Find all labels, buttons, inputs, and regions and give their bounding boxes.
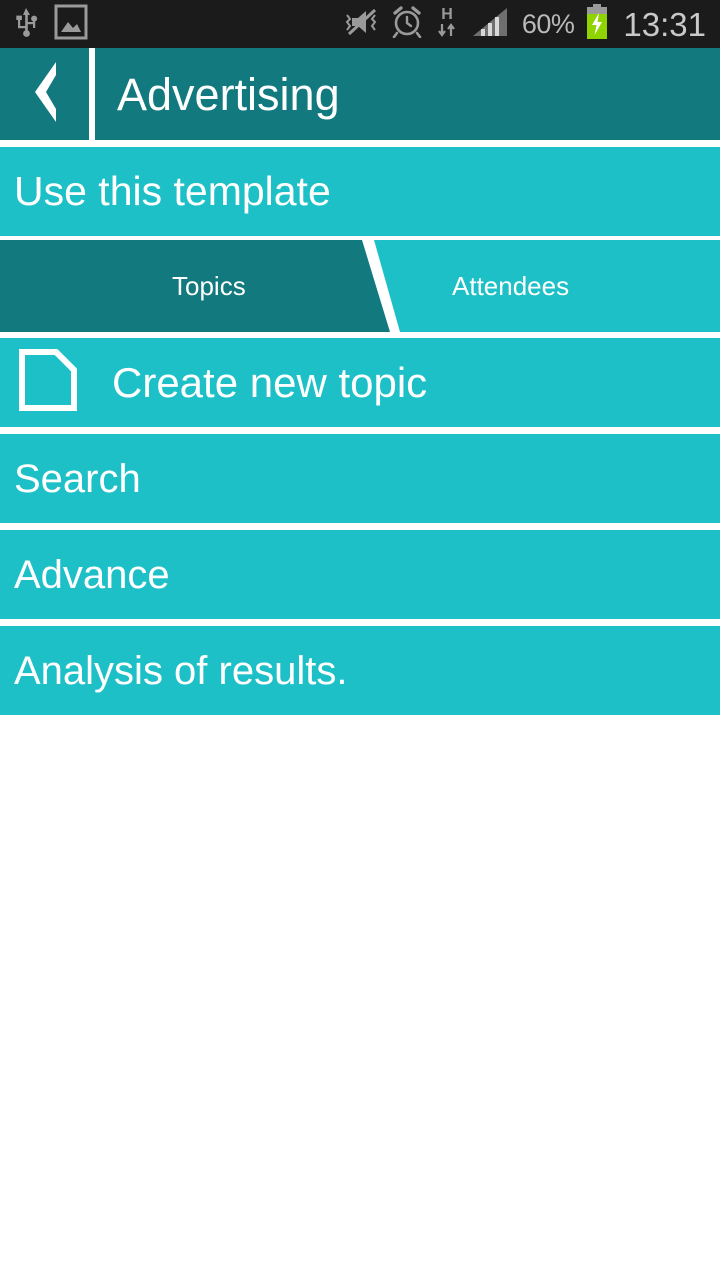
use-this-template-button[interactable]: Use this template	[0, 147, 720, 236]
list-item-label: Advance	[14, 552, 170, 597]
status-bar-right-icons: H 60% 13:31	[344, 3, 706, 45]
usb-icon	[14, 6, 40, 43]
status-bar: H 60% 13:31	[0, 0, 720, 48]
list-item-label: Search	[14, 456, 141, 501]
chevron-left-icon	[25, 59, 65, 130]
mute-vibrate-icon	[344, 7, 380, 42]
battery-charging-icon	[585, 3, 609, 45]
document-icon	[18, 348, 78, 417]
list-item-analysis-of-results[interactable]: Analysis of results.	[0, 626, 720, 715]
tab-bar: Attendees Topics	[0, 240, 720, 332]
status-bar-left-icons	[14, 4, 88, 45]
svg-text:H: H	[441, 6, 453, 23]
signal-bars-icon	[471, 6, 511, 43]
list-item-search[interactable]: Search	[0, 434, 720, 523]
use-this-template-label: Use this template	[14, 168, 331, 214]
clock-label: 13:31	[623, 5, 706, 43]
tab-attendees-label: Attendees	[452, 271, 570, 301]
alarm-clock-icon	[391, 5, 423, 43]
list-item-advance[interactable]: Advance	[0, 530, 720, 619]
list-item-label: Create new topic	[112, 358, 428, 406]
list-item-create-new-topic[interactable]: Create new topic	[0, 338, 720, 427]
list-item-label: Analysis of results.	[14, 648, 348, 693]
page-title: Advertising	[117, 68, 340, 120]
tab-topics-label: Topics	[172, 271, 246, 301]
screenshot-image-icon	[54, 4, 88, 45]
topics-list: Create new topic Search Advance Analysis…	[0, 338, 720, 722]
app-header: Advertising	[0, 48, 720, 140]
hspa-data-icon: H	[434, 5, 460, 44]
tab-topics[interactable]: Topics	[0, 240, 390, 332]
back-button[interactable]	[0, 48, 89, 140]
battery-percent-label: 60%	[521, 8, 575, 39]
